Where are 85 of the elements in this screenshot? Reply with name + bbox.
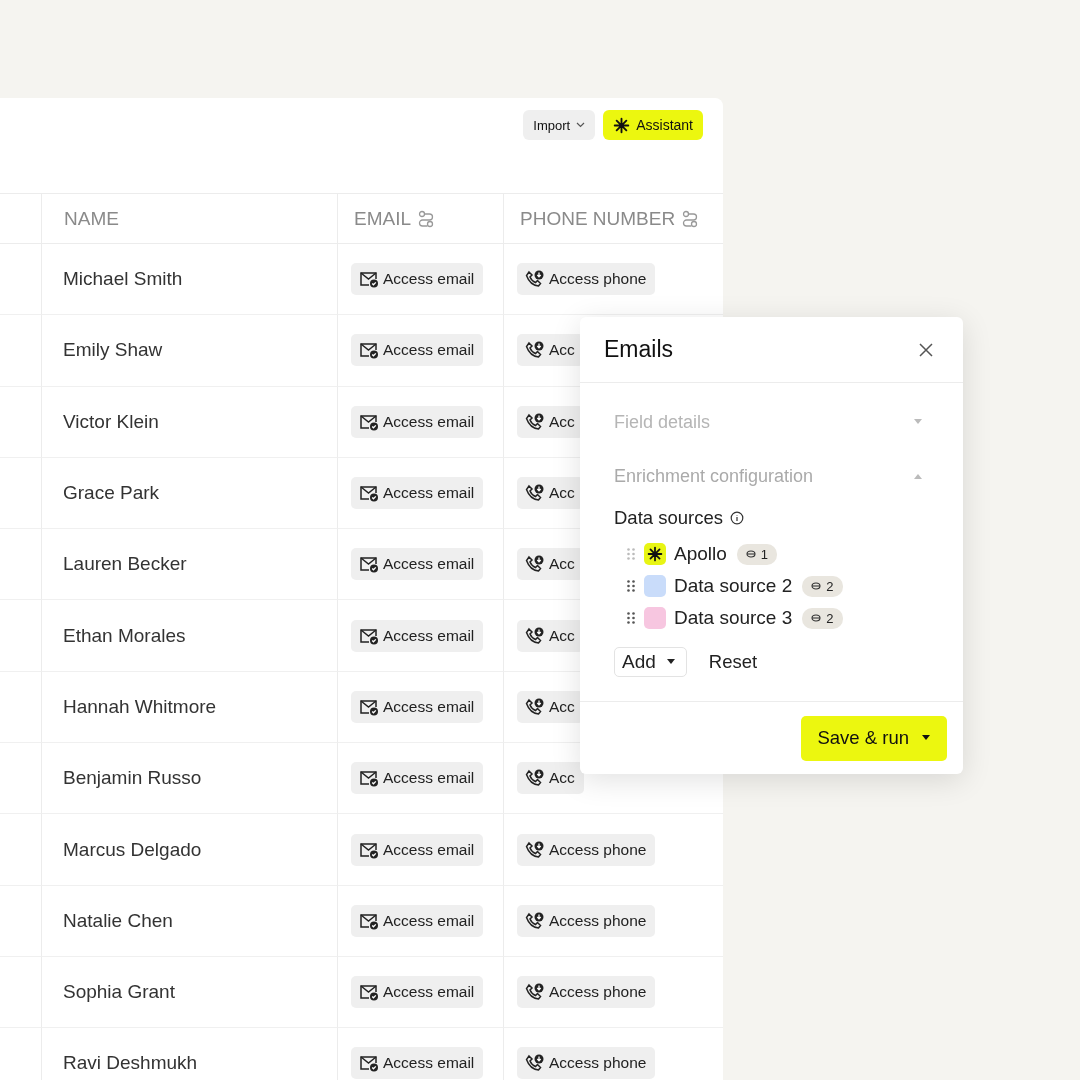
caret-up-icon [913,473,923,479]
name-cell: Sophia Grant [63,981,175,1004]
access-phone-button[interactable]: Access phone [517,1047,656,1080]
access-email-button[interactable]: Access email [351,334,484,367]
name-cell: Marcus Delgado [63,838,202,861]
phone-download-icon [525,982,545,1003]
name-cell: Benjamin Russo [63,767,202,790]
mail-check-icon [359,412,379,431]
caret-down-icon [913,419,923,425]
name-cell: Victor Klein [63,410,159,433]
database-icon [811,614,822,622]
phone-download-icon [525,625,545,646]
name-cell: Michael Smith [63,268,183,291]
access-phone-button[interactable]: Acc [517,762,584,795]
mail-check-icon [359,769,379,788]
mail-check-icon [359,840,379,859]
access-email-button[interactable]: Access email [351,405,484,438]
mail-check-icon [359,626,379,645]
mail-check-icon [359,341,379,360]
access-email-button[interactable]: Access email [351,833,484,866]
access-email-button[interactable]: Access email [351,263,484,296]
phone-download-icon [525,768,545,789]
column-header: EMAIL [354,207,412,230]
caret-down-icon [921,735,931,741]
phone-download-icon [525,696,545,717]
access-email-button[interactable]: Access email [351,690,484,723]
access-phone-button[interactable]: Access phone [517,904,656,937]
phone-download-icon [525,269,545,290]
phone-download-icon [525,483,545,504]
access-phone-button[interactable]: Access phone [517,263,656,296]
mail-check-icon [359,1054,379,1073]
mail-check-icon [359,911,379,930]
database-icon [745,550,756,558]
phone-download-icon [525,340,545,361]
source-name: Apollo [674,543,727,565]
drag-handle-icon[interactable] [626,579,636,593]
assistant-button[interactable]: Assistant [603,110,703,140]
count-badge: 1 [736,543,778,565]
name-cell: Natalie Chen [63,909,173,932]
phone-download-icon [525,910,545,931]
phone-download-icon [525,554,545,575]
add-dropdown[interactable]: Add [614,647,687,677]
access-phone-button[interactable]: Access phone [517,976,656,1009]
column-header: NAME [64,207,119,230]
access-email-button[interactable]: Access email [351,619,484,652]
section-title: Data sources [614,507,723,529]
import-button[interactable]: Import [523,110,596,140]
chevron-down-icon [576,122,586,128]
name-cell: Grace Park [63,482,160,505]
caret-down-icon [665,659,676,665]
mail-check-icon [359,484,379,503]
phone-download-icon [525,1053,545,1074]
save-and-run-button[interactable]: Save & run [801,715,947,761]
reset-button[interactable]: Reset [702,650,764,674]
access-email-button[interactable]: Access email [351,477,484,510]
close-button[interactable] [919,342,933,357]
panel-title: Emails [604,336,673,363]
access-email-button[interactable]: Access email [351,904,484,937]
access-phone-button[interactable]: Access phone [517,833,656,866]
name-cell: Lauren Becker [63,553,187,576]
mail-check-icon [359,697,379,716]
access-email-button[interactable]: Access email [351,976,484,1009]
count-badge: 2 [802,575,843,597]
name-cell: Hannah Whitmore [63,695,217,718]
count-badge: 2 [802,607,843,629]
access-email-button[interactable]: Access email [351,1047,484,1080]
column-header: PHONE NUMBER [520,207,676,230]
drag-handle-icon[interactable] [626,611,636,625]
access-email-button[interactable]: Access email [351,548,484,581]
close-icon [919,342,933,357]
name-cell: Emily Shaw [63,339,163,362]
phone-download-icon [525,411,545,432]
source-name: Data source 2 [674,575,793,597]
source-name: Data source 3 [674,607,793,629]
database-icon [811,582,822,590]
access-email-button[interactable]: Access email [351,762,484,795]
name-cell: Ravi Deshmukh [63,1052,198,1075]
name-cell: Ethan Morales [63,624,186,647]
mail-check-icon [359,983,379,1002]
mail-check-icon [359,270,379,289]
asterisk-icon [613,116,631,134]
drag-handle-icon[interactable] [626,547,636,561]
phone-download-icon [525,839,545,860]
info-icon [730,511,744,525]
mail-check-icon [359,555,379,574]
